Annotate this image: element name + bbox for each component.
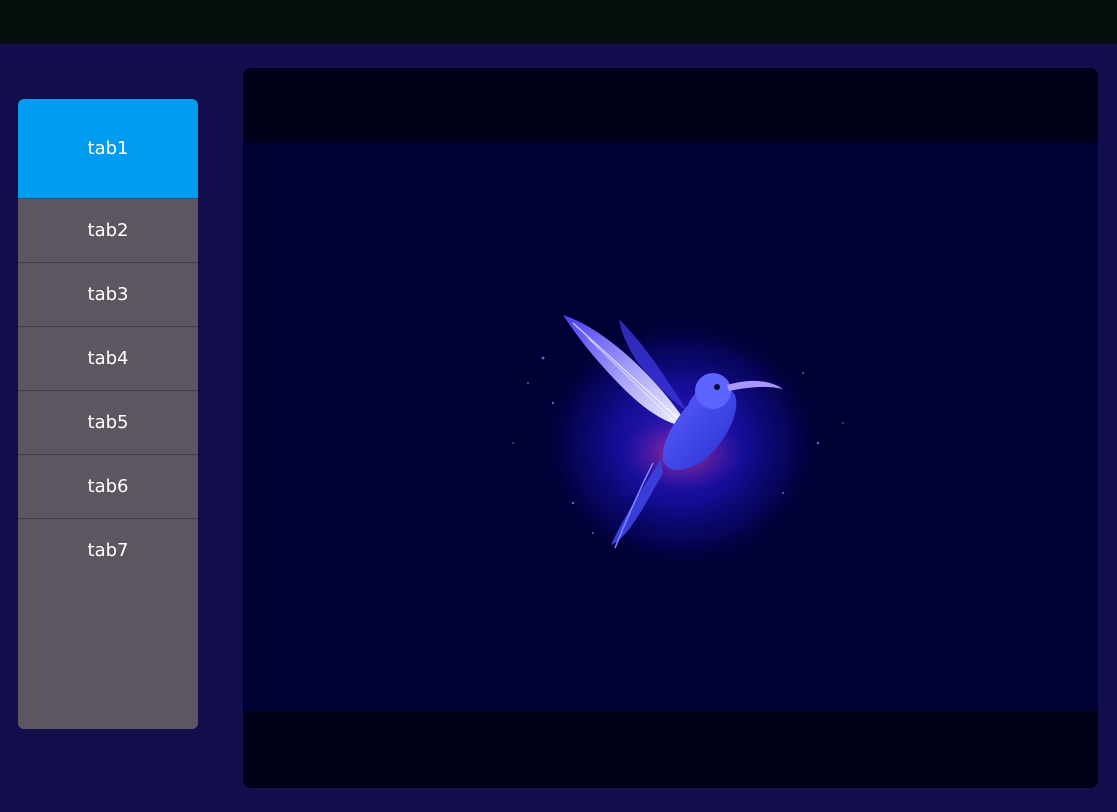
top-bar	[0, 0, 1117, 44]
tab-sidebar: tab1 tab2 tab3 tab4 tab5 tab6 tab7	[18, 99, 198, 729]
tab-4[interactable]: tab4	[18, 327, 198, 391]
tab-label: tab1	[87, 138, 129, 159]
tab-label: tab4	[87, 348, 129, 369]
tab-5[interactable]: tab5	[18, 391, 198, 455]
image-area	[243, 143, 1098, 711]
tab-6[interactable]: tab6	[18, 455, 198, 519]
tab-label: tab5	[87, 412, 129, 433]
tab-7[interactable]: tab7	[18, 519, 198, 582]
tab-1[interactable]: tab1	[18, 99, 198, 199]
tab-label: tab3	[87, 284, 129, 305]
tab-label: tab6	[87, 476, 129, 497]
hummingbird-icon	[512, 313, 844, 573]
tab-label: tab2	[87, 220, 129, 241]
content-panel	[243, 68, 1098, 788]
tab-label: tab7	[87, 540, 129, 561]
tab-2[interactable]: tab2	[18, 199, 198, 263]
tab-3[interactable]: tab3	[18, 263, 198, 327]
